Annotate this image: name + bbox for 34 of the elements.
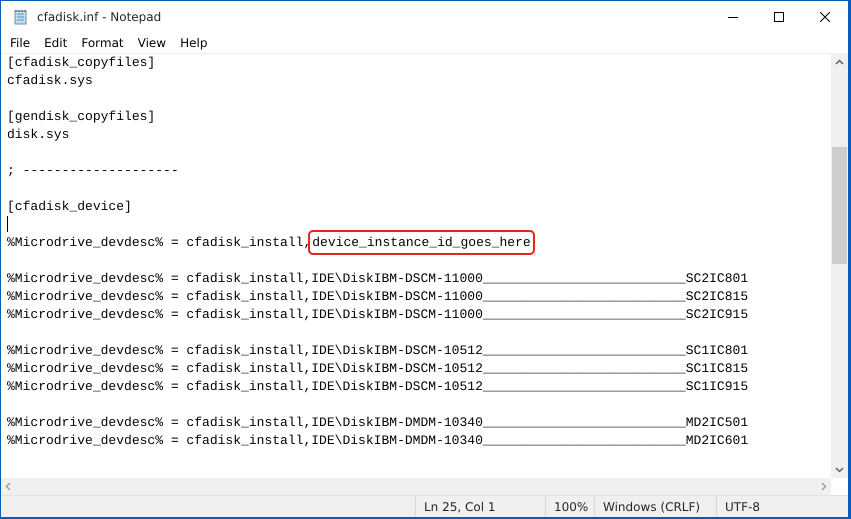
notepad-icon	[13, 9, 29, 25]
code-line: %Microdrive_devdesc% = cfadisk_install,	[7, 235, 312, 250]
menu-item[interactable]: Edit	[37, 33, 74, 53]
status-text: Ln 25, Col 1	[415, 496, 545, 517]
status-text: 100%	[545, 496, 594, 517]
code-line: %Microdrive_devdesc% = cfadisk_install,IDE\DiskIBM-DMDM-10340__________________________MD2IC601	[7, 433, 748, 448]
menu-item[interactable]: File	[3, 33, 38, 53]
code-line: %Microdrive_devdesc% = cfadisk_install,IDE\DiskIBM-DSCM-11000__________________________SC2IC915	[7, 307, 748, 322]
code-line: %Microdrive_devdesc% = cfadisk_install,IDE\DiskIBM-DSCM-10512__________________________SC1IC815	[7, 361, 748, 376]
code-line: [gendisk_copyfiles]	[7, 109, 156, 124]
close-icon	[820, 12, 830, 22]
scroll-up-icon[interactable]	[835, 59, 844, 65]
code-line: %Microdrive_devdesc% = cfadisk_install,IDE\DiskIBM-DSCM-11000__________________________SC2IC815	[7, 289, 748, 304]
scroll-right-icon[interactable]	[821, 482, 827, 491]
code-line: cfadisk.sys	[7, 73, 93, 88]
code-line: %Microdrive_devdesc% = cfadisk_install,IDE\DiskIBM-DSCM-10512__________________________SC1IC801	[7, 343, 748, 358]
scrollbar-thumb[interactable]	[832, 147, 847, 264]
highlighted-text: device_instance_id_goes_here	[311, 233, 532, 252]
code-line: %Microdrive_devdesc% = cfadisk_install,IDE\DiskIBM-DSCM-11000__________________________SC2IC801	[7, 271, 748, 286]
code-line: [cfadisk_device]	[7, 199, 132, 214]
code-line: ; --------------------	[7, 163, 179, 178]
code-line: %Microdrive_devdesc% = cfadisk_install,IDE\DiskIBM-DSCM-10512__________________________SC1IC915	[7, 379, 748, 394]
menu-item[interactable]: Format	[74, 33, 131, 53]
menu-item[interactable]: View	[130, 33, 174, 53]
code-line: disk.sys	[7, 127, 70, 142]
scroll-down-icon[interactable]	[835, 467, 844, 473]
code-line: %Microdrive_devdesc% = cfadisk_install,IDE\DiskIBM-DMDM-10340__________________________MD2IC501	[7, 415, 748, 430]
window-title: cfadisk.inf - Notepad	[37, 9, 162, 26]
status-text: Windows (CRLF)	[594, 496, 716, 517]
menu-item[interactable]: Help	[173, 33, 214, 53]
scroll-left-icon[interactable]	[5, 482, 11, 491]
status-text: UTF-8	[716, 496, 768, 517]
maximize-icon	[774, 12, 784, 22]
code-line: [cfadisk_copyfiles]	[7, 55, 156, 70]
